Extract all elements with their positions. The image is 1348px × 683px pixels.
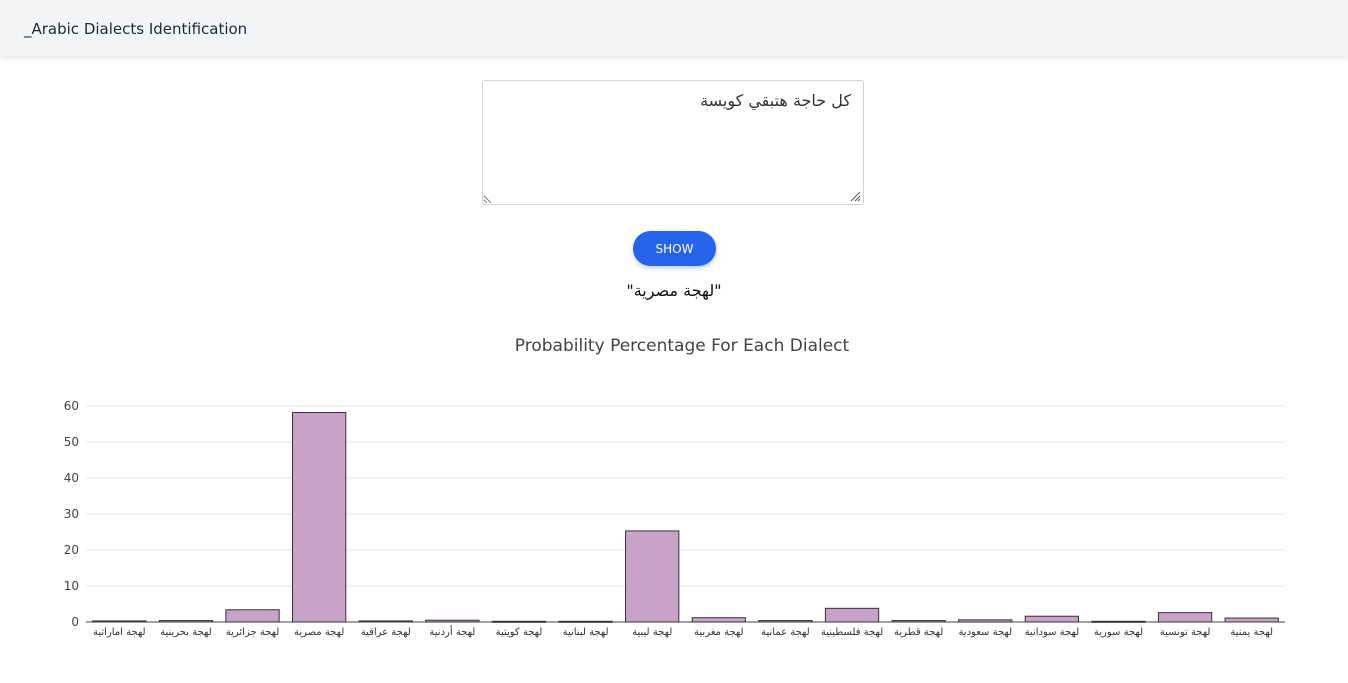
x-tick-label: لهجة بحرينية bbox=[160, 627, 212, 638]
chart-title: Probability Percentage For Each Dialect bbox=[514, 336, 850, 356]
y-tick-label: 30 bbox=[64, 507, 79, 521]
navbar: _Arabic Dialects Identification bbox=[0, 0, 1348, 56]
bar[interactable] bbox=[1157, 612, 1213, 623]
resize-handle-icon[interactable] bbox=[849, 190, 861, 202]
bar[interactable] bbox=[824, 607, 880, 623]
bar[interactable] bbox=[691, 617, 746, 623]
prediction-result: "لهجة مصرية" bbox=[626, 281, 722, 300]
x-tick-label: لهجة عراقية bbox=[361, 627, 411, 638]
x-tick-label: لهجة يمنية bbox=[1230, 627, 1273, 638]
show-button[interactable]: SHOW bbox=[633, 231, 716, 266]
bar[interactable] bbox=[425, 619, 480, 623]
bar[interactable] bbox=[92, 620, 147, 623]
y-tick-label: 20 bbox=[64, 543, 79, 557]
bar[interactable] bbox=[358, 620, 413, 623]
bar[interactable] bbox=[225, 609, 280, 623]
x-tick-label: لهجة فلسطينية bbox=[821, 627, 883, 638]
y-tick-label: 60 bbox=[64, 399, 79, 413]
bar[interactable] bbox=[758, 620, 813, 623]
bar[interactable] bbox=[1224, 617, 1279, 623]
x-tick-label: لهجة عمانية bbox=[761, 627, 810, 638]
x-tick-label: لهجة مصرية bbox=[294, 627, 344, 638]
x-tick-label: لهجة قطرية bbox=[894, 627, 943, 638]
x-tick-label: لهجة سورية bbox=[1094, 627, 1143, 638]
bar[interactable] bbox=[491, 620, 547, 623]
x-tick-label: لهجة سعودية bbox=[958, 627, 1012, 638]
y-tick-label: 40 bbox=[64, 471, 79, 485]
y-tick-label: 0 bbox=[71, 615, 79, 629]
brand-title[interactable]: _Arabic Dialects Identification bbox=[24, 20, 247, 38]
bar[interactable] bbox=[1091, 620, 1146, 623]
y-tick-label: 10 bbox=[64, 579, 79, 593]
x-tick-label: لهجة أردنية bbox=[429, 625, 475, 638]
bar-chart: 0 10 20 30 40 50 60 لهجة اماراتية لهجة بحرينية له… bbox=[64, 399, 1285, 638]
bar[interactable] bbox=[1024, 615, 1080, 623]
x-tick-label: لهجة سودانية bbox=[1025, 627, 1080, 638]
x-tick-label: لهجة جزائرية bbox=[226, 627, 280, 638]
x-tick-label: لهجة ليبية bbox=[632, 627, 672, 638]
bar[interactable] bbox=[958, 619, 1013, 623]
bar[interactable] bbox=[158, 620, 214, 623]
bar[interactable] bbox=[558, 620, 613, 623]
x-tick-label: لهجة تونسية bbox=[1160, 627, 1211, 638]
x-tick-label: لهجة اماراتية bbox=[93, 627, 146, 638]
y-tick-label: 50 bbox=[64, 435, 79, 449]
bar[interactable] bbox=[291, 411, 347, 623]
x-tick-label: لهجة مغربية bbox=[694, 627, 744, 638]
x-tick-label: لهجة لبنانية bbox=[563, 627, 609, 638]
bar[interactable] bbox=[891, 620, 946, 623]
x-tick-label: لهجة كويتية bbox=[496, 627, 543, 638]
bar[interactable] bbox=[625, 530, 680, 623]
text-input[interactable] bbox=[482, 80, 864, 205]
